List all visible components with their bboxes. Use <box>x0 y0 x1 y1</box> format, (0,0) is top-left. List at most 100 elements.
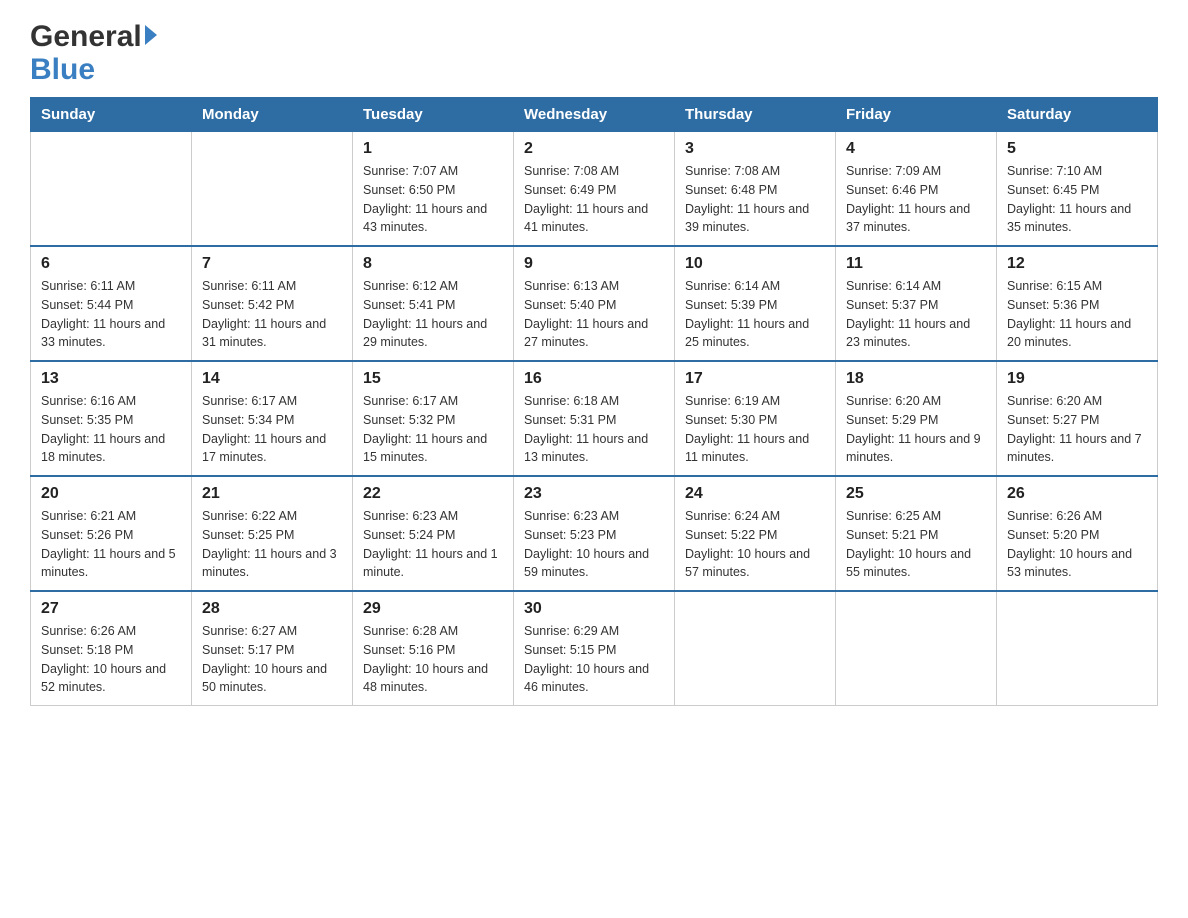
day-number: 16 <box>524 370 664 388</box>
calendar-cell: 7Sunrise: 6:11 AMSunset: 5:42 PMDaylight… <box>192 246 353 361</box>
day-info: Sunrise: 6:25 AMSunset: 5:21 PMDaylight:… <box>846 507 986 582</box>
logo-triangle-icon <box>145 25 157 45</box>
day-info: Sunrise: 6:12 AMSunset: 5:41 PMDaylight:… <box>363 277 503 352</box>
day-info: Sunrise: 6:13 AMSunset: 5:40 PMDaylight:… <box>524 277 664 352</box>
day-number: 1 <box>363 140 503 158</box>
calendar-week-5: 27 Sunrise: 6:26 AMSunset: 5:18 PMDayligh… <box>31 591 1158 706</box>
day-info: Sunrise: 6:27 AMSunset: 5:17 PMDaylight:… <box>202 622 342 697</box>
calendar-week-4: 20Sunrise: 6:21 AMSunset: 5:26 PMDayligh… <box>31 476 1158 591</box>
day-number: 11 <box>846 255 986 273</box>
day-number: 26 <box>1007 485 1147 503</box>
header-friday: Friday <box>836 98 997 132</box>
day-info: Sunrise: 6:19 AMSunset: 5:30 PMDaylight:… <box>685 392 825 467</box>
calendar-cell: 5Sunrise: 7:10 AMSunset: 6:45 PMDaylight… <box>997 132 1158 247</box>
calendar-cell <box>836 591 997 706</box>
logo-general: General <box>30 20 142 54</box>
calendar-cell: 6 Sunrise: 6:11 AMSunset: 5:44 PMDaylight… <box>31 246 192 361</box>
calendar-cell <box>31 132 192 247</box>
day-info: Sunrise: 6:23 AMSunset: 5:24 PMDaylight:… <box>363 507 503 582</box>
day-number: 24 <box>685 485 825 503</box>
day-info: Sunrise: 6:22 AMSunset: 5:25 PMDaylight:… <box>202 507 342 582</box>
calendar-cell: 23 Sunrise: 6:23 AMSunset: 5:23 PMDayligh… <box>514 476 675 591</box>
calendar-cell: 3 Sunrise: 7:08 AMSunset: 6:48 PMDaylight… <box>675 132 836 247</box>
day-number: 21 <box>202 485 342 503</box>
day-number: 23 <box>524 485 664 503</box>
day-info: Sunrise: 6:11 AMSunset: 5:44 PMDaylight:… <box>41 277 181 352</box>
calendar-cell: 4 Sunrise: 7:09 AMSunset: 6:46 PMDaylight… <box>836 132 997 247</box>
calendar-cell: 25 Sunrise: 6:25 AMSunset: 5:21 PMDayligh… <box>836 476 997 591</box>
day-info: Sunrise: 7:08 AMSunset: 6:49 PMDaylight:… <box>524 162 664 237</box>
day-number: 15 <box>363 370 503 388</box>
day-number: 27 <box>41 600 181 618</box>
calendar-cell: 10 Sunrise: 6:14 AMSunset: 5:39 PMDayligh… <box>675 246 836 361</box>
calendar-cell <box>997 591 1158 706</box>
calendar-cell: 29Sunrise: 6:28 AMSunset: 5:16 PMDayligh… <box>353 591 514 706</box>
calendar-cell: 9 Sunrise: 6:13 AMSunset: 5:40 PMDaylight… <box>514 246 675 361</box>
header-wednesday: Wednesday <box>514 98 675 132</box>
day-info: Sunrise: 7:08 AMSunset: 6:48 PMDaylight:… <box>685 162 825 237</box>
calendar-cell: 18Sunrise: 6:20 AMSunset: 5:29 PMDayligh… <box>836 361 997 476</box>
day-info: Sunrise: 6:16 AMSunset: 5:35 PMDaylight:… <box>41 392 181 467</box>
day-number: 7 <box>202 255 342 273</box>
day-number: 17 <box>685 370 825 388</box>
day-info: Sunrise: 6:28 AMSunset: 5:16 PMDaylight:… <box>363 622 503 697</box>
calendar-cell: 30 Sunrise: 6:29 AMSunset: 5:15 PMDayligh… <box>514 591 675 706</box>
logo: General Blue <box>30 20 159 87</box>
calendar-cell: 8 Sunrise: 6:12 AMSunset: 5:41 PMDaylight… <box>353 246 514 361</box>
day-number: 10 <box>685 255 825 273</box>
day-number: 8 <box>363 255 503 273</box>
day-info: Sunrise: 6:23 AMSunset: 5:23 PMDaylight:… <box>524 507 664 582</box>
calendar-cell: 26 Sunrise: 6:26 AMSunset: 5:20 PMDayligh… <box>997 476 1158 591</box>
calendar-cell: 17 Sunrise: 6:19 AMSunset: 5:30 PMDayligh… <box>675 361 836 476</box>
calendar-cell <box>192 132 353 247</box>
calendar-cell: 24Sunrise: 6:24 AMSunset: 5:22 PMDayligh… <box>675 476 836 591</box>
day-info: Sunrise: 6:17 AMSunset: 5:34 PMDaylight:… <box>202 392 342 467</box>
header-monday: Monday <box>192 98 353 132</box>
day-number: 4 <box>846 140 986 158</box>
day-info: Sunrise: 6:15 AMSunset: 5:36 PMDaylight:… <box>1007 277 1147 352</box>
calendar-week-2: 6 Sunrise: 6:11 AMSunset: 5:44 PMDaylight… <box>31 246 1158 361</box>
calendar-cell: 11 Sunrise: 6:14 AMSunset: 5:37 PMDayligh… <box>836 246 997 361</box>
calendar-week-3: 13 Sunrise: 6:16 AMSunset: 5:35 PMDayligh… <box>31 361 1158 476</box>
calendar-cell: 13 Sunrise: 6:16 AMSunset: 5:35 PMDayligh… <box>31 361 192 476</box>
header-saturday: Saturday <box>997 98 1158 132</box>
day-number: 28 <box>202 600 342 618</box>
day-number: 22 <box>363 485 503 503</box>
calendar-cell: 19Sunrise: 6:20 AMSunset: 5:27 PMDayligh… <box>997 361 1158 476</box>
calendar-cell: 28 Sunrise: 6:27 AMSunset: 5:17 PMDayligh… <box>192 591 353 706</box>
day-info: Sunrise: 6:14 AMSunset: 5:39 PMDaylight:… <box>685 277 825 352</box>
calendar-cell: 20Sunrise: 6:21 AMSunset: 5:26 PMDayligh… <box>31 476 192 591</box>
day-number: 3 <box>685 140 825 158</box>
day-info: Sunrise: 6:18 AMSunset: 5:31 PMDaylight:… <box>524 392 664 467</box>
day-number: 19 <box>1007 370 1147 388</box>
calendar-cell: 2Sunrise: 7:08 AMSunset: 6:49 PMDaylight… <box>514 132 675 247</box>
calendar-cell: 15 Sunrise: 6:17 AMSunset: 5:32 PMDayligh… <box>353 361 514 476</box>
day-number: 5 <box>1007 140 1147 158</box>
day-number: 9 <box>524 255 664 273</box>
day-number: 30 <box>524 600 664 618</box>
day-info: Sunrise: 7:07 AMSunset: 6:50 PMDaylight:… <box>363 162 503 237</box>
calendar-table: SundayMondayTuesdayWednesdayThursdayFrid… <box>30 97 1158 706</box>
day-info: Sunrise: 6:29 AMSunset: 5:15 PMDaylight:… <box>524 622 664 697</box>
calendar-cell <box>675 591 836 706</box>
day-info: Sunrise: 6:26 AMSunset: 5:20 PMDaylight:… <box>1007 507 1147 582</box>
calendar-header-row: SundayMondayTuesdayWednesdayThursdayFrid… <box>31 98 1158 132</box>
day-number: 13 <box>41 370 181 388</box>
day-info: Sunrise: 6:26 AMSunset: 5:18 PMDaylight:… <box>41 622 181 697</box>
calendar-cell: 12 Sunrise: 6:15 AMSunset: 5:36 PMDayligh… <box>997 246 1158 361</box>
day-number: 25 <box>846 485 986 503</box>
calendar-cell: 16 Sunrise: 6:18 AMSunset: 5:31 PMDayligh… <box>514 361 675 476</box>
header-tuesday: Tuesday <box>353 98 514 132</box>
day-number: 12 <box>1007 255 1147 273</box>
day-info: Sunrise: 7:09 AMSunset: 6:46 PMDaylight:… <box>846 162 986 237</box>
calendar-cell: 22 Sunrise: 6:23 AMSunset: 5:24 PMDayligh… <box>353 476 514 591</box>
day-number: 6 <box>41 255 181 273</box>
day-number: 20 <box>41 485 181 503</box>
calendar-week-1: 1 Sunrise: 7:07 AMSunset: 6:50 PMDaylight… <box>31 132 1158 247</box>
calendar-cell: 21 Sunrise: 6:22 AMSunset: 5:25 PMDayligh… <box>192 476 353 591</box>
day-info: Sunrise: 6:17 AMSunset: 5:32 PMDaylight:… <box>363 392 503 467</box>
day-number: 18 <box>846 370 986 388</box>
calendar-cell: 14Sunrise: 6:17 AMSunset: 5:34 PMDayligh… <box>192 361 353 476</box>
day-info: Sunrise: 6:14 AMSunset: 5:37 PMDaylight:… <box>846 277 986 352</box>
page-header: General Blue <box>30 20 1158 87</box>
